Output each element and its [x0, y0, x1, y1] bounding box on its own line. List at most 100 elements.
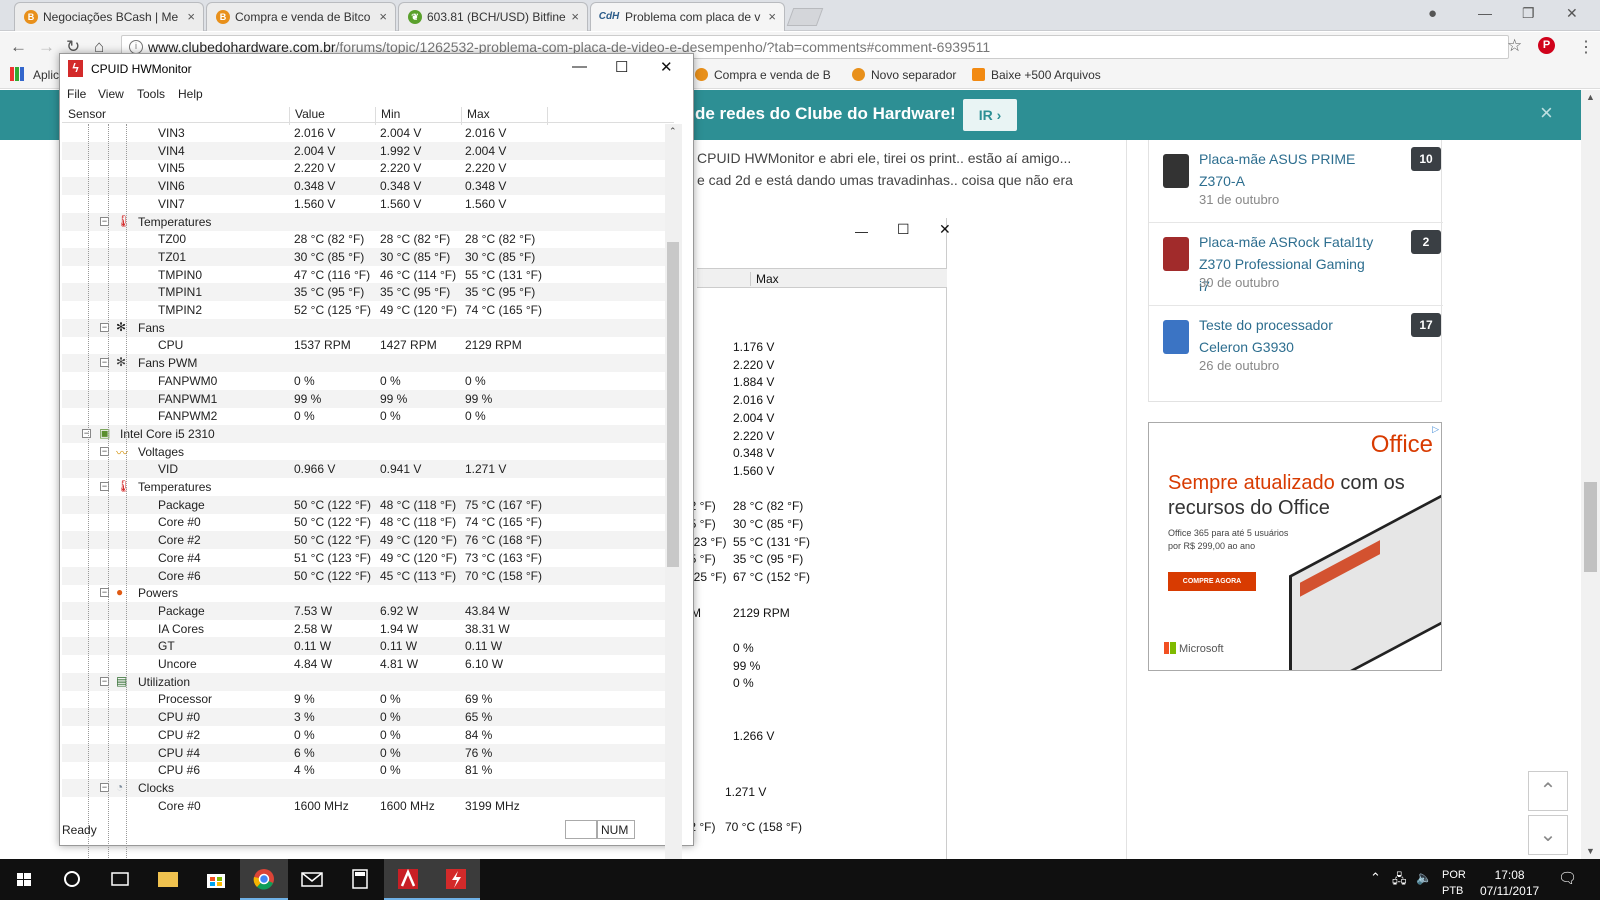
tree-scrollbar[interactable]: ⌃ ⌄: [665, 124, 682, 868]
apps-icon[interactable]: [10, 67, 24, 81]
browser-tab[interactable]: B Negociações BCash | Me ×: [14, 2, 204, 31]
close-window-icon[interactable]: ✕: [1566, 5, 1578, 22]
start-button[interactable]: [0, 859, 48, 900]
scroll-top-button[interactable]: ⌃: [1528, 771, 1568, 811]
close-icon[interactable]: ✕: [660, 58, 673, 76]
taskbar-store[interactable]: [192, 859, 240, 900]
sensor-row[interactable]: CPU #4 6 % 0 % 76 %: [62, 743, 674, 762]
sensor-row[interactable]: Package 50 °C (122 °F) 48 °C (118 °F) 75 °C…: [62, 495, 674, 514]
browser-tab[interactable]: B Compra e venda de Bitco ×: [206, 2, 396, 31]
banner-go-button[interactable]: IR ›: [963, 99, 1017, 131]
browser-tab[interactable]: ❦ 603.81 (BCH/USD) Bitfine ×: [398, 2, 588, 31]
scrollbar-thumb[interactable]: [667, 242, 679, 567]
volume-icon[interactable]: 🔈: [1416, 870, 1432, 886]
sensor-row[interactable]: TMPIN0 47 °C (116 °F) 46 °C (114 °F) 55 °C …: [62, 266, 674, 284]
browser-tab-active[interactable]: CdH Problema com placa de v ×: [590, 2, 785, 31]
maximize-icon[interactable]: ☐: [615, 58, 628, 76]
taskbar-mail[interactable]: [288, 859, 336, 900]
sensor-row[interactable]: CPU #2 0 % 0 % 84 %: [62, 726, 674, 744]
system-clock[interactable]: 17:08 07/11/2017: [1480, 867, 1539, 899]
sensor-group-row[interactable]: − 🌡 Temperatures: [62, 478, 674, 496]
bookmark-apps[interactable]: Aplic: [33, 68, 59, 82]
sensor-row[interactable]: Uncore 4.84 W 4.81 W 6.10 W: [62, 655, 674, 673]
sensor-row[interactable]: Core #6 50 °C (122 °F) 45 °C (113 °F) 70 °C…: [62, 566, 674, 585]
taskbar-explorer[interactable]: [144, 859, 192, 900]
sensor-row[interactable]: VIN7 1.560 V 1.560 V 1.560 V: [62, 195, 674, 213]
pinterest-icon[interactable]: P: [1538, 37, 1555, 54]
sensor-group-row[interactable]: − 🌡 Temperatures: [62, 212, 674, 231]
scroll-up-icon[interactable]: ▲: [1586, 92, 1595, 102]
sensor-row[interactable]: Core #4 51 °C (123 °F) 49 °C (120 °F) 73 °C…: [62, 549, 674, 567]
list-item[interactable]: Teste do processador Celeron G3930 26 de…: [1149, 306, 1443, 389]
taskbar-hwmonitor[interactable]: [432, 859, 480, 900]
column-value[interactable]: Value: [290, 107, 376, 125]
sensor-row[interactable]: VIN3 2.016 V 2.004 V 2.016 V: [62, 124, 674, 142]
sensor-group-row[interactable]: − ◔ Clocks: [62, 778, 674, 797]
sensor-group-row[interactable]: − 〰 Voltages: [62, 443, 674, 461]
menu-view[interactable]: View: [98, 87, 124, 101]
sensor-row[interactable]: Package 7.53 W 6.92 W 43.84 W: [62, 601, 674, 620]
column-max[interactable]: Max: [462, 107, 548, 125]
bookmark-item[interactable]: Baixe +500 Arquivos: [972, 68, 1101, 82]
menu-file[interactable]: File: [67, 87, 86, 101]
list-item[interactable]: Placa-mãe ASRock Fatal1ty Z370 Professio…: [1149, 223, 1443, 306]
taskbar-autocad[interactable]: [384, 859, 432, 900]
sensor-row[interactable]: VID 0.966 V 0.941 V 1.271 V: [62, 460, 674, 479]
sensor-row[interactable]: CPU 1537 RPM 1427 RPM 2129 RPM: [62, 336, 674, 354]
sensor-row[interactable]: VIN6 0.348 V 0.348 V 0.348 V: [62, 177, 674, 196]
sensor-row[interactable]: CPU #0 3 % 0 % 65 %: [62, 708, 674, 727]
ad-cta-button[interactable]: COMPRE AGORA: [1168, 572, 1256, 591]
office-advertisement[interactable]: ▷ Office Sempre atualizado com os recurs…: [1148, 422, 1442, 671]
profile-icon[interactable]: ●: [1428, 5, 1437, 22]
minimize-icon[interactable]: —: [1478, 5, 1492, 21]
list-item[interactable]: Placa-mãe ASUS PRIME Z370-A 31 de outubr…: [1149, 140, 1443, 223]
new-tab-button[interactable]: [786, 8, 824, 26]
sensor-row[interactable]: FANPWM0 0 % 0 % 0 %: [62, 372, 674, 390]
sensor-row[interactable]: TMPIN1 35 °C (95 °F) 35 °C (95 °F) 35 °C (9…: [62, 283, 674, 302]
sensor-row[interactable]: IA Cores 2.58 W 1.94 W 38.31 W: [62, 620, 674, 638]
sensor-group-row[interactable]: − ● Powers: [62, 584, 674, 602]
taskbar-calculator[interactable]: [336, 859, 384, 900]
forward-icon[interactable]: →: [38, 37, 55, 57]
bookmark-star-icon[interactable]: ☆: [1507, 36, 1522, 56]
menu-help[interactable]: Help: [178, 87, 203, 101]
sensor-row[interactable]: TZ01 30 °C (85 °F) 30 °C (85 °F) 30 °C (85 …: [62, 247, 674, 266]
sensor-group-row[interactable]: − ▤ Utilization: [62, 672, 674, 691]
sensor-row[interactable]: Core #2 50 °C (122 °F) 49 °C (120 °F) 76 °C…: [62, 531, 674, 550]
tray-chevron-icon[interactable]: ⌃: [1370, 870, 1381, 886]
menu-icon[interactable]: ⋮: [1578, 37, 1594, 57]
close-tab-icon[interactable]: ×: [187, 9, 195, 24]
adchoices-icon[interactable]: ▷: [1432, 424, 1439, 435]
input-language[interactable]: POR PTB: [1442, 867, 1466, 899]
sensor-group-row[interactable]: − ✻ Fans PWM: [62, 354, 674, 373]
sensor-group-row[interactable]: − ✻ Fans: [62, 318, 674, 337]
back-icon[interactable]: ←: [10, 37, 27, 57]
sensor-row[interactable]: FANPWM2 0 % 0 % 0 %: [62, 407, 674, 425]
sensor-row[interactable]: GT 0.11 W 0.11 W 0.11 W: [62, 637, 674, 656]
scroll-up-icon[interactable]: ⌃: [669, 126, 677, 137]
sensor-row[interactable]: VIN4 2.004 V 1.992 V 2.004 V: [62, 141, 674, 160]
collapse-toggle-icon[interactable]: −: [82, 428, 91, 438]
sensor-row[interactable]: CPU #6 4 % 0 % 81 %: [62, 761, 674, 779]
scrollbar-thumb[interactable]: [1584, 482, 1597, 572]
notifications-icon[interactable]: 🗨: [1558, 869, 1577, 887]
page-scrollbar[interactable]: ▲ ▼: [1581, 90, 1600, 859]
sensor-row[interactable]: TMPIN2 52 °C (125 °F) 49 °C (120 °F) 74 °C …: [62, 301, 674, 319]
scroll-bottom-button[interactable]: ⌄: [1528, 815, 1568, 855]
close-tab-icon[interactable]: ×: [571, 9, 579, 24]
sensor-row[interactable]: VIN5 2.220 V 2.220 V 2.220 V: [62, 159, 674, 177]
item-title[interactable]: Placa-mãe ASUS PRIME Z370-A: [1199, 148, 1379, 192]
search-button[interactable]: [48, 859, 96, 900]
item-title[interactable]: Teste do processador Celeron G3930: [1199, 314, 1379, 358]
sensor-row[interactable]: Processor 9 % 0 % 69 %: [62, 690, 674, 708]
bookmark-item[interactable]: Compra e venda de B: [695, 68, 831, 82]
sensor-row[interactable]: FANPWM1 99 % 99 % 99 %: [62, 389, 674, 408]
close-tab-icon[interactable]: ×: [768, 9, 776, 24]
window-titlebar[interactable]: ϟ CPUID HWMonitor — ☐ ✕: [60, 54, 693, 84]
sensor-row[interactable]: Core #0 50 °C (122 °F) 48 °C (118 °F) 74 °C…: [62, 513, 674, 531]
task-view-button[interactable]: [96, 859, 144, 900]
restore-icon[interactable]: ❐: [1522, 5, 1535, 22]
banner-close-icon[interactable]: ×: [1540, 100, 1553, 126]
sensor-group-row[interactable]: − ▣ Intel Core i5 2310: [62, 424, 674, 443]
info-icon[interactable]: i: [129, 40, 143, 54]
